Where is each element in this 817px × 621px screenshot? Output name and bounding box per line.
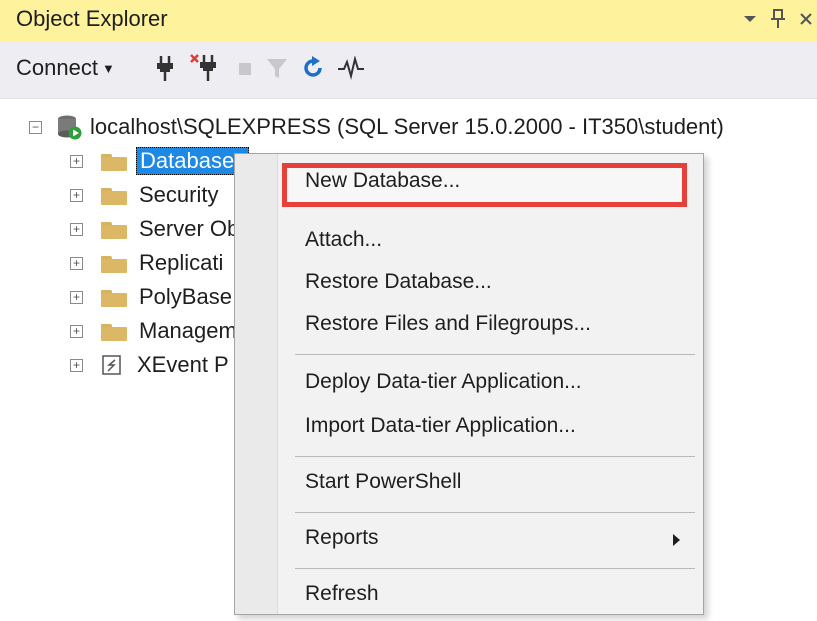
folder-icon: [101, 152, 127, 171]
xevent-profiler-icon: [101, 354, 123, 376]
menu-separator: [295, 456, 695, 457]
menu-item-restore-database[interactable]: Restore Database...: [305, 270, 492, 294]
tree-node-label: Security: [139, 182, 219, 207]
collapse-icon[interactable]: −: [29, 120, 42, 134]
connect-button[interactable]: Connect ▼: [16, 55, 115, 81]
server-icon: [56, 114, 82, 140]
expand-icon[interactable]: +: [70, 222, 83, 236]
tree-node-security[interactable]: + Security: [70, 178, 218, 212]
refresh-icon[interactable]: [298, 51, 328, 85]
object-explorer-toolbar: Connect ▼: [0, 41, 817, 99]
chevron-down-icon: ▼: [101, 60, 115, 76]
tree-node-label: XEvent P: [137, 352, 229, 377]
server-label: localhost\SQLEXPRESS (SQL Server 15.0.20…: [90, 114, 724, 139]
menu-item-refresh[interactable]: Refresh: [305, 582, 379, 606]
expand-icon[interactable]: +: [70, 324, 83, 338]
object-explorer-titlebar: Object Explorer: [0, 0, 817, 41]
context-menu: New Database... Attach... Restore Databa…: [234, 153, 704, 615]
expand-icon[interactable]: +: [70, 188, 83, 202]
pin-icon[interactable]: [767, 6, 789, 32]
connect-label: Connect: [16, 55, 98, 80]
menu-gutter: [235, 154, 278, 614]
tree-node-label: Databases: [136, 147, 250, 175]
stop-icon[interactable]: [230, 51, 260, 85]
tree-node-replication[interactable]: + Replicati: [70, 246, 223, 280]
menu-separator: [295, 354, 695, 355]
tree-node-label: Managem: [139, 318, 237, 343]
tree-node-server[interactable]: − localhost\SQLEXPRESS (SQL Server 15.0.…: [29, 110, 724, 144]
window-title: Object Explorer: [16, 6, 168, 31]
tree-node-databases[interactable]: + Databases: [70, 144, 250, 178]
filter-icon[interactable]: [262, 51, 292, 85]
close-icon[interactable]: [795, 6, 817, 32]
disconnect-icon[interactable]: [190, 51, 220, 85]
folder-icon: [101, 186, 127, 205]
tree-node-label: Server Ob: [139, 216, 240, 241]
dropdown-icon[interactable]: [739, 6, 761, 32]
submenu-arrow-icon: [673, 534, 680, 546]
titlebar-controls: [733, 4, 817, 34]
menu-item-restore-files[interactable]: Restore Files and Filegroups...: [305, 312, 591, 336]
tree-node-server-objects[interactable]: + Server Ob: [70, 212, 239, 246]
folder-icon: [101, 288, 127, 307]
folder-icon: [101, 220, 127, 239]
menu-separator: [295, 568, 695, 569]
connect-plug-icon[interactable]: [150, 51, 180, 85]
expand-icon[interactable]: +: [70, 154, 83, 168]
tree-node-management[interactable]: + Managem: [70, 314, 237, 348]
tree-node-xevent-profiler[interactable]: + XEvent P: [70, 348, 229, 382]
folder-icon: [101, 322, 127, 341]
menu-item-new-database[interactable]: New Database...: [305, 169, 460, 193]
menu-item-reports[interactable]: Reports: [305, 526, 379, 550]
tree-node-polybase[interactable]: + PolyBase: [70, 280, 232, 314]
menu-item-deploy-data-tier[interactable]: Deploy Data-tier Application...: [305, 370, 582, 394]
activity-monitor-icon[interactable]: [336, 51, 366, 85]
tree-node-label: Replicati: [139, 250, 224, 275]
menu-item-attach[interactable]: Attach...: [305, 228, 382, 252]
folder-icon: [101, 254, 127, 273]
expand-icon[interactable]: +: [70, 290, 83, 304]
menu-item-import-data-tier[interactable]: Import Data-tier Application...: [305, 414, 576, 438]
menu-separator: [295, 512, 695, 513]
tree-node-label: PolyBase: [139, 284, 232, 309]
expand-icon[interactable]: +: [70, 358, 83, 372]
expand-icon[interactable]: +: [70, 256, 83, 270]
menu-item-start-powershell[interactable]: Start PowerShell: [305, 470, 461, 494]
